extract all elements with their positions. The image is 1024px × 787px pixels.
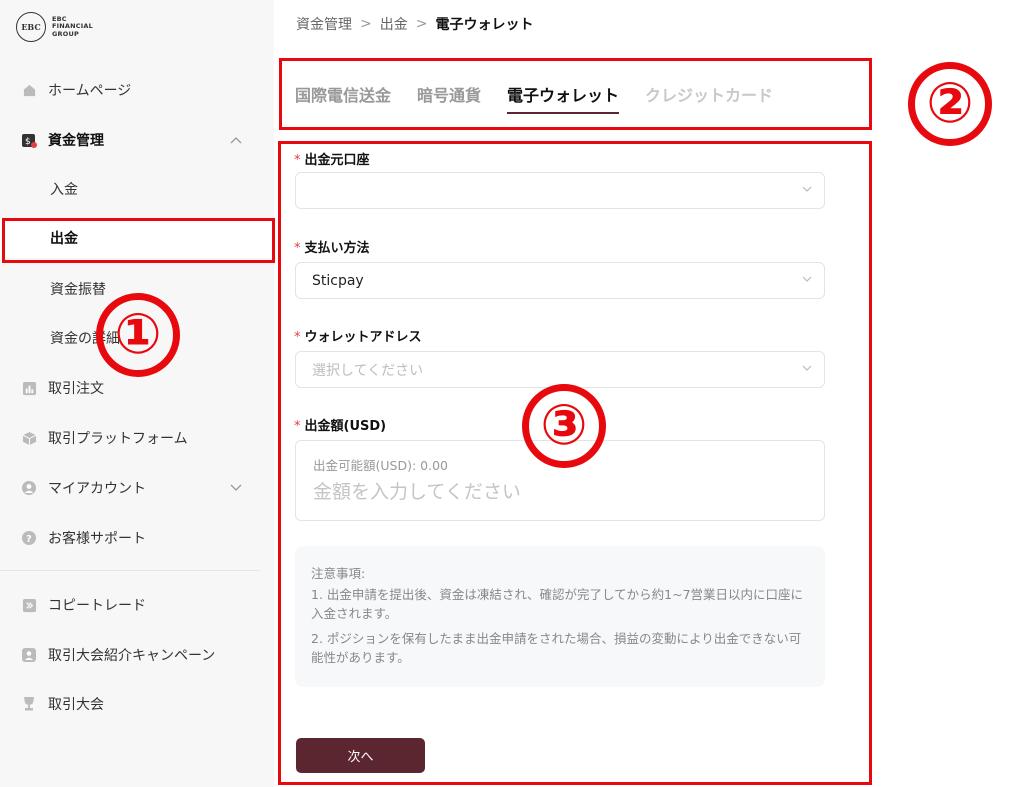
chevron-up-icon: [230, 134, 242, 147]
sidebar-item-home[interactable]: ホームページ: [0, 70, 274, 110]
sidebar-item-label: 取引大会紹介キャンペーン: [48, 648, 216, 664]
funds-icon: $: [21, 132, 37, 148]
sidebar-item-copy-trade[interactable]: コピートレード: [0, 585, 274, 625]
home-icon: [21, 82, 37, 98]
annotation-marker-3: ③: [522, 384, 606, 468]
sidebar-item-tournament[interactable]: 取引大会: [0, 684, 274, 724]
breadcrumb-item[interactable]: 出金: [380, 14, 408, 34]
sidebar-item-label: 資金振替: [50, 282, 106, 298]
sidebar-item-platform[interactable]: 取引プラットフォーム: [0, 418, 274, 458]
sidebar-item-my-account[interactable]: マイアカウント: [0, 468, 274, 508]
sidebar-item-label: お客様サポート: [48, 531, 146, 547]
sidebar-item-label: マイアカウント: [48, 481, 146, 497]
annotation-marker-1: ①: [96, 293, 180, 377]
sidebar-item-label: 入金: [50, 182, 78, 198]
annotation-marker-2: ②: [908, 62, 992, 146]
sidebar-item-label: ホームページ: [48, 83, 132, 99]
breadcrumb: 資金管理 > 出金 > 電子ウォレット: [296, 14, 533, 34]
sidebar-item-label: 取引注文: [48, 381, 104, 397]
user-icon: [21, 480, 37, 496]
help-icon: ?: [21, 530, 37, 546]
trophy-icon: [21, 696, 37, 712]
logo-mark: EBC: [16, 12, 46, 42]
sidebar-item-referral-campaign[interactable]: 取引大会紹介キャンペーン: [0, 635, 274, 675]
sidebar-item-deposit[interactable]: 入金: [0, 169, 274, 209]
breadcrumb-separator: >: [360, 16, 372, 32]
chart-icon: [21, 380, 37, 396]
svg-text:?: ?: [26, 534, 32, 545]
copy-icon: [21, 597, 37, 613]
breadcrumb-current: 電子ウォレット: [435, 17, 534, 33]
referral-icon: [21, 647, 37, 663]
sidebar-item-label: 取引プラットフォーム: [48, 431, 188, 447]
sidebar: EBC EBC FINANCIAL GROUP ホームページ $ 資金管理 入金…: [0, 0, 274, 787]
logo-text: EBC FINANCIAL GROUP: [52, 14, 93, 38]
sidebar-item-label: 資金管理: [48, 133, 104, 149]
breadcrumb-separator: >: [415, 16, 428, 32]
annotation-box-2: [279, 58, 872, 130]
sidebar-item-label: 取引大会: [48, 697, 104, 713]
annotation-box-1: [2, 218, 275, 263]
svg-text:$: $: [25, 137, 31, 147]
breadcrumb-item[interactable]: 資金管理: [296, 14, 352, 34]
sidebar-item-label: コピートレード: [48, 598, 146, 614]
sidebar-item-support[interactable]: ? お客様サポート: [0, 518, 274, 558]
sidebar-divider: [0, 570, 260, 571]
cube-icon: [21, 430, 37, 446]
chevron-down-icon: [230, 482, 242, 495]
ebc-logo[interactable]: EBC EBC FINANCIAL GROUP: [16, 12, 93, 42]
sidebar-item-funds[interactable]: $ 資金管理: [0, 120, 274, 160]
